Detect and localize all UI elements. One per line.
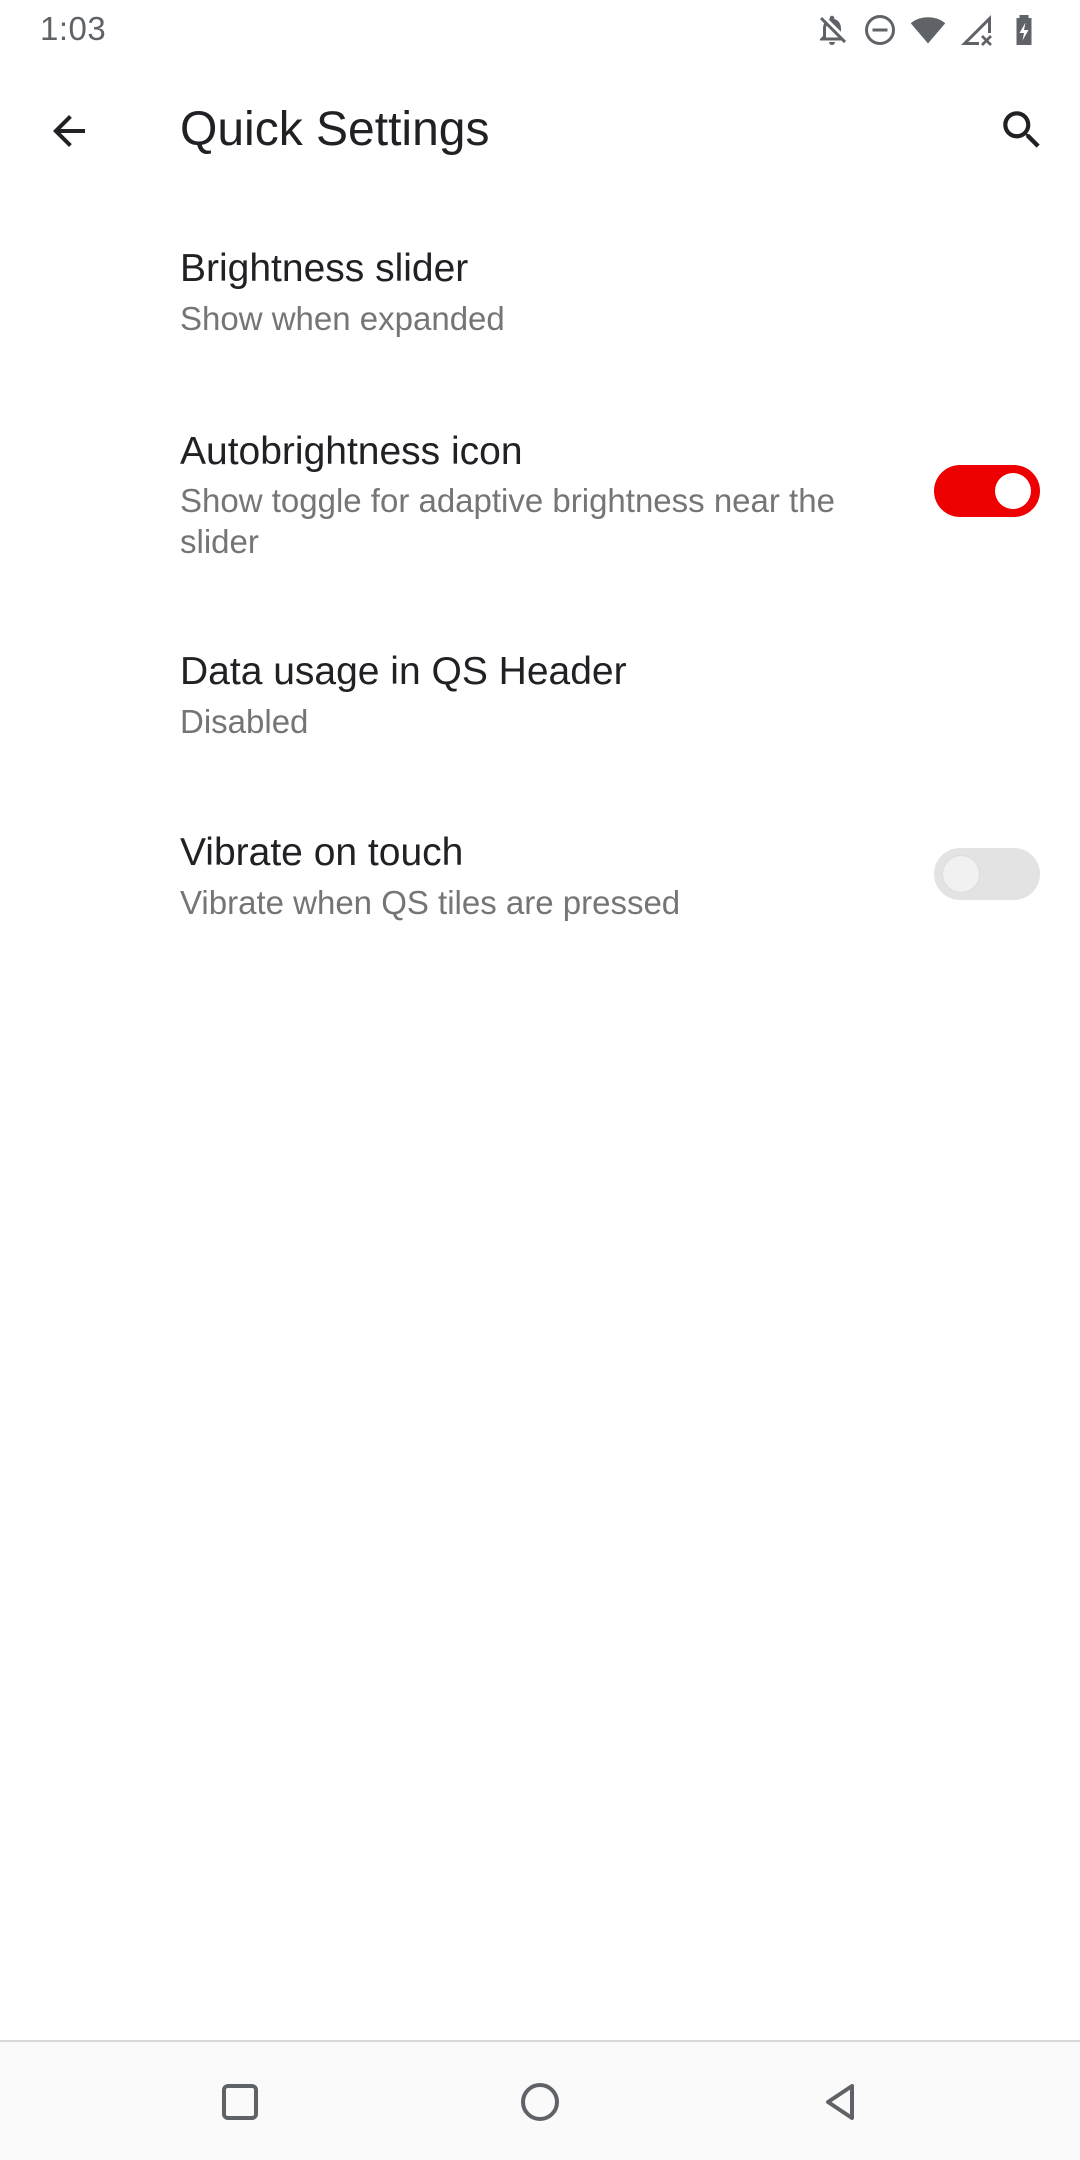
search-icon — [1003, 111, 1040, 148]
battery-charging-icon — [1016, 15, 1032, 45]
pref-summary: Show toggle for adaptive brightness near… — [180, 482, 835, 560]
search-button[interactable] — [986, 94, 1058, 166]
pref-summary: Show when expanded — [180, 300, 505, 337]
recents-button[interactable] — [200, 2062, 280, 2142]
autobrightness-switch[interactable] — [934, 465, 1040, 517]
home-button[interactable] — [500, 2062, 580, 2142]
page-title: Quick Settings — [180, 103, 490, 156]
app-toolbar: Quick Settings — [0, 70, 1080, 190]
pref-title: Brightness slider — [180, 247, 469, 290]
back-button[interactable] — [800, 2062, 880, 2142]
navigate-up-button[interactable] — [34, 96, 104, 166]
switch-knob — [943, 856, 979, 892]
pref-vibrate-on-touch[interactable]: Vibrate on touch Vibrate when QS tiles a… — [0, 814, 1080, 954]
switch-knob — [995, 473, 1031, 509]
pref-data-usage-qs-header[interactable]: Data usage in QS Header Disabled — [0, 633, 1080, 773]
status-bar: 1:03 — [0, 0, 1080, 60]
notifications-off-icon — [820, 15, 847, 45]
status-icons — [814, 12, 1042, 48]
pref-summary: Vibrate when QS tiles are pressed — [180, 884, 681, 921]
cell-signal-icon — [961, 15, 992, 46]
pref-summary: Disabled — [180, 703, 309, 740]
back-icon — [826, 2084, 854, 2120]
pref-title: Vibrate on touch — [180, 831, 464, 874]
do-not-disturb-icon — [865, 15, 895, 45]
navigation-bar — [0, 2040, 1080, 2160]
pref-autobrightness-icon[interactable]: Autobrightness icon Show toggle for adap… — [0, 410, 1080, 590]
pref-title: Data usage in QS Header — [180, 650, 627, 693]
vibrate-switch[interactable] — [934, 848, 1040, 900]
recents-icon — [222, 2084, 258, 2120]
wifi-icon — [910, 17, 946, 44]
pref-brightness-slider[interactable]: Brightness slider Show when expanded — [0, 230, 1080, 370]
status-time: 1:03 — [40, 10, 107, 47]
pref-title: Autobrightness icon — [180, 430, 523, 473]
home-icon — [521, 2083, 559, 2121]
back-arrow-icon — [53, 115, 85, 147]
screen: 1:03 Quick Settings Brightness slider Sh… — [0, 0, 1080, 2160]
